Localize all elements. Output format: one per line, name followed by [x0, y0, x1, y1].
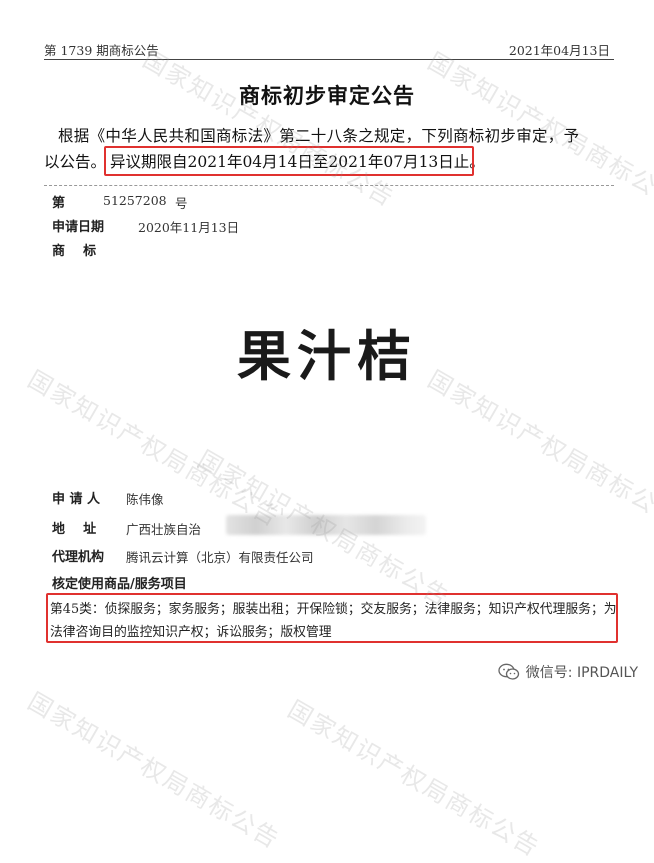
application-date: 2020年11月13日	[138, 217, 239, 236]
issue-number: 第 1739 期商标公告	[44, 40, 159, 59]
trademark-text: 果汁桔	[0, 312, 654, 391]
agent-label: 代理机构	[52, 546, 104, 565]
address-value: 广西壮族自治	[126, 519, 201, 538]
section-divider	[44, 185, 614, 186]
trademark-label: 商 标	[52, 240, 96, 259]
number-suffix: 号	[175, 193, 188, 212]
page-title: 商标初步审定公告	[0, 80, 654, 110]
objection-highlight-box	[104, 146, 474, 176]
number-label: 第	[52, 192, 65, 211]
watermark: 国家知识产权局商标公告	[283, 690, 548, 863]
agent-name: 腾讯云计算（北京）有限责任公司	[126, 547, 314, 566]
wechat-id: 微信号: IPRDAILY	[526, 662, 638, 682]
registration-number: 51257208	[103, 193, 167, 208]
applicant-label: 申 请 人	[52, 488, 100, 507]
watermark: 国家知识产权局商标公告	[23, 682, 288, 855]
services-highlight-box	[46, 593, 618, 643]
redacted-address	[226, 515, 426, 535]
application-date-label: 申请日期	[52, 216, 104, 235]
wechat-icon	[498, 663, 520, 681]
applicant-name: 陈伟像	[126, 489, 164, 508]
address-label: 地 址	[52, 518, 96, 537]
header-divider	[44, 59, 614, 60]
intro-line-1: 根据《中华人民共和国商标法》第二十八条之规定，下列商标初步审定，予	[58, 124, 579, 146]
intro-line-2: 以公告。	[44, 150, 106, 172]
issue-date: 2021年04月13日	[509, 40, 610, 59]
wechat-attribution: 微信号: IPRDAILY	[498, 662, 638, 682]
goods-services-label: 核定使用商品/服务项目	[52, 573, 187, 592]
